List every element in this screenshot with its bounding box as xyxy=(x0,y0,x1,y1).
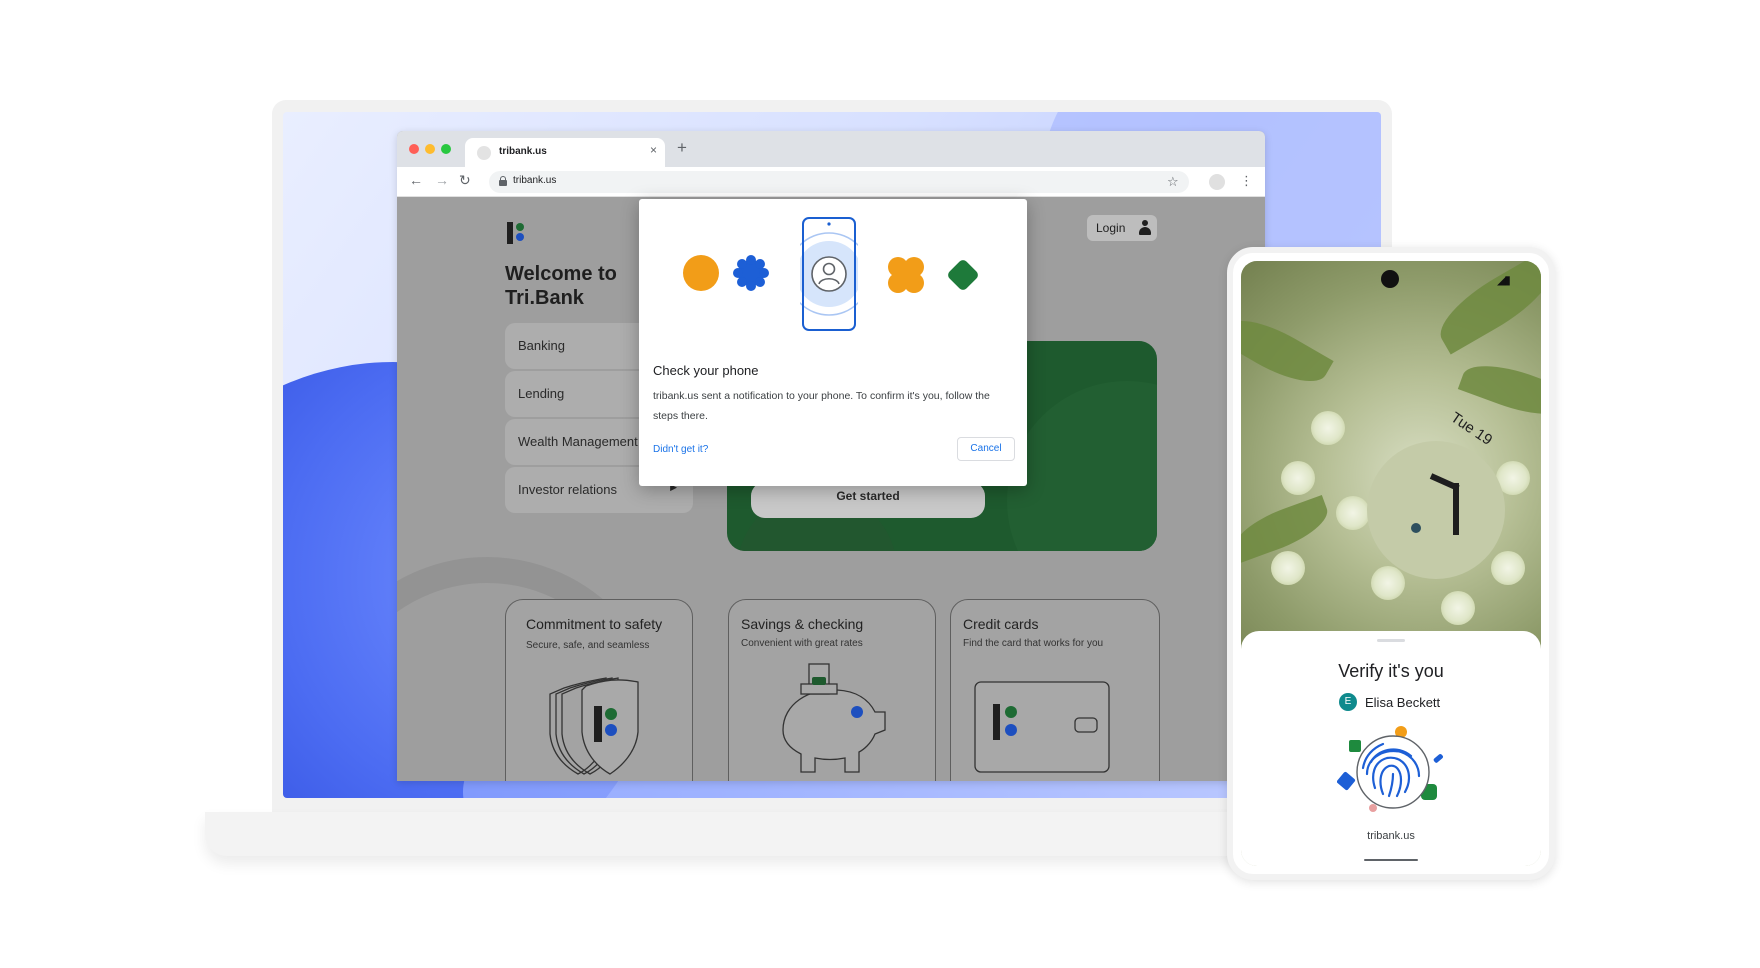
get-started-button[interactable]: Get started xyxy=(751,482,985,518)
login-button[interactable]: Login xyxy=(1087,215,1157,241)
account-avatar: E xyxy=(1339,693,1357,711)
lock-icon[interactable] xyxy=(499,176,507,186)
flower-shape xyxy=(1281,461,1315,495)
tab-strip: tribank.us × + xyxy=(397,131,1265,167)
account-name: Elisa Beckett xyxy=(1365,695,1441,710)
new-tab-button[interactable]: + xyxy=(677,138,687,158)
signal-battery-icon: ◢▮ xyxy=(1497,273,1511,287)
hero-decoration xyxy=(1007,381,1157,551)
cancel-label: Cancel xyxy=(970,443,1002,454)
window-close-button[interactable] xyxy=(409,144,419,154)
get-started-label: Get started xyxy=(836,489,900,503)
menu-item-label: Investor relations xyxy=(518,482,617,497)
page-title: Welcome to Tri.Bank xyxy=(505,263,617,309)
tab-title: tribank.us xyxy=(499,146,547,157)
card-subtitle: Secure, safe, and seamless xyxy=(526,640,650,651)
orange-clover-shape xyxy=(888,257,924,293)
reload-icon[interactable]: ↻ xyxy=(459,172,471,189)
dialog-title: Check your phone xyxy=(653,363,759,378)
card-subtitle: Convenient with great rates xyxy=(741,638,863,649)
flower-shape xyxy=(1491,551,1525,585)
didnt-get-it-link[interactable]: Didn't get it? xyxy=(653,444,708,455)
phone-wallpaper: Tue 19 ◢▮ xyxy=(1241,261,1541,651)
flower-shape xyxy=(1271,551,1305,585)
verify-bottom-sheet: Verify it's you E Elisa Beckett tribank.… xyxy=(1241,631,1541,866)
check-phone-dialog: Check your phone tribank.us sent a notif… xyxy=(639,199,1027,486)
gesture-navigation-bar[interactable] xyxy=(1364,859,1418,861)
flower-shape xyxy=(1311,411,1345,445)
fingerprint-sensor-icon[interactable] xyxy=(1337,726,1449,818)
back-arrow-icon[interactable]: ← xyxy=(409,172,423,188)
tribank-logo xyxy=(507,222,529,244)
green-diamond-shape xyxy=(948,260,978,290)
favicon-icon xyxy=(477,146,491,160)
tab-close-icon[interactable]: × xyxy=(650,143,657,157)
shield-illustration-icon xyxy=(549,677,639,775)
browser-toolbar: ← → ↻ tribank.us ☆ ⋮ xyxy=(397,167,1265,197)
window-maximize-button[interactable] xyxy=(441,144,451,154)
window-minimize-button[interactable] xyxy=(425,144,435,154)
orange-circle-shape xyxy=(683,255,719,291)
clock-face xyxy=(1367,441,1505,579)
relying-party-site: tribank.us xyxy=(1367,830,1415,842)
verify-title: Verify it's you xyxy=(1338,661,1444,681)
leaf-shape xyxy=(1428,261,1541,355)
profile-avatar-icon[interactable] xyxy=(1209,174,1225,190)
menu-item-label: Lending xyxy=(518,386,565,401)
bookmark-star-icon[interactable]: ☆ xyxy=(1167,174,1179,190)
cancel-button[interactable]: Cancel xyxy=(957,437,1015,461)
sheet-drag-handle[interactable] xyxy=(1377,639,1405,642)
blue-scallop-shape xyxy=(733,255,769,291)
card-title: Savings & checking xyxy=(741,616,864,632)
clock-dot xyxy=(1411,523,1421,533)
phone-screen: Tue 19 ◢▮ Verify it's you E Elisa Becket… xyxy=(1241,261,1541,866)
kebab-menu-icon[interactable]: ⋮ xyxy=(1240,173,1253,189)
card-title: Commitment to safety xyxy=(526,616,663,632)
menu-item-label: Wealth Management xyxy=(518,434,638,449)
address-bar-url: tribank.us xyxy=(513,175,557,186)
credit-card-icon xyxy=(974,681,1110,773)
phone-device: Tue 19 ◢▮ Verify it's you E Elisa Becket… xyxy=(1227,247,1555,880)
person-icon xyxy=(1139,220,1151,236)
flower-shape xyxy=(1441,591,1475,625)
dialog-body: tribank.us sent a notification to your p… xyxy=(653,390,990,422)
clock-hand xyxy=(1453,483,1459,535)
card-savings-checking[interactable]: Savings & checking Convenient with great… xyxy=(728,599,936,781)
camera-cutout xyxy=(1381,270,1399,288)
card-credit-cards[interactable]: Credit cards Find the card that works fo… xyxy=(950,599,1160,781)
forward-arrow-icon[interactable]: → xyxy=(435,172,449,188)
card-subtitle: Find the card that works for you xyxy=(963,638,1104,649)
flower-shape xyxy=(1371,566,1405,600)
browser-tab[interactable]: tribank.us × xyxy=(465,138,665,167)
phone-illustration-icon xyxy=(800,217,858,331)
leaf-shape xyxy=(1241,306,1334,396)
card-title: Credit cards xyxy=(963,616,1039,632)
leaf-shape xyxy=(1457,353,1541,427)
flower-shape xyxy=(1336,496,1370,530)
login-label: Login xyxy=(1096,221,1126,235)
address-bar[interactable]: tribank.us xyxy=(489,171,1189,193)
menu-item-label: Banking xyxy=(518,338,565,353)
card-commitment-to-safety[interactable]: Commitment to safety Secure, safe, and s… xyxy=(505,599,693,781)
piggy-bank-icon xyxy=(782,663,886,773)
